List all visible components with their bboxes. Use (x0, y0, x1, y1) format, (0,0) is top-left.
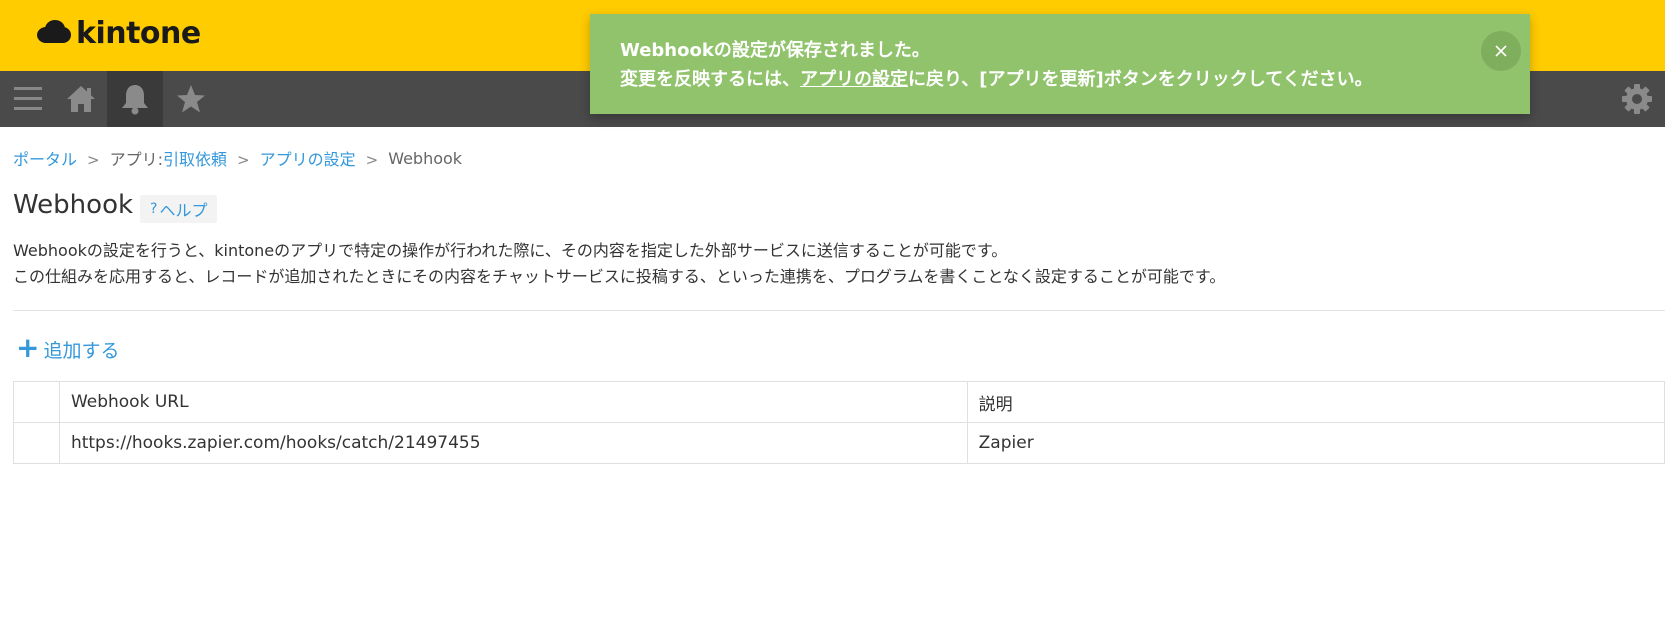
toast-line2-suffix: に戻り、[アプリを更新]ボタンをクリックしてください。 (908, 69, 1373, 90)
table-row[interactable]: https://hooks.zapier.com/hooks/catch/214… (13, 422, 1665, 464)
page-description: Webhookの設定を行うと、kintoneのアプリで特定の操作が行われた際に、… (13, 238, 1225, 290)
settings-button[interactable] (1609, 71, 1665, 127)
add-webhook-button[interactable]: + 追加する (16, 331, 120, 364)
page-title: Webhook (13, 190, 134, 220)
add-label: 追加する (43, 339, 120, 362)
home-button[interactable] (53, 71, 109, 127)
webhook-url: https://hooks.zapier.com/hooks/catch/214… (70, 433, 481, 453)
breadcrumb-app-settings[interactable]: アプリの設定 (260, 146, 356, 170)
breadcrumb-portal[interactable]: ポータル (13, 146, 77, 170)
breadcrumb-separator: > (237, 151, 250, 169)
table-header-blank (13, 381, 60, 423)
breadcrumb-current: Webhook (388, 148, 463, 168)
divider (13, 310, 1665, 311)
webhook-description-cell: Zapier (966, 422, 1665, 464)
help-icon: ? (150, 201, 158, 217)
toast-message-line1: Webhookの設定が保存されました。 (620, 40, 930, 61)
cloud-logo-icon (37, 20, 71, 43)
toast-message-line2: 変更を反映するには、アプリの設定に戻り、[アプリを更新]ボタンをクリックしてくだ… (620, 65, 1373, 91)
menu-icon (14, 87, 42, 110)
description-line: この仕組みを応用すると、レコードが追加されたときにその内容をチャットサービスに投… (13, 267, 1226, 286)
logo-text: kintone (76, 15, 201, 51)
toast-line2-prefix: 変更を反映するには、 (620, 69, 800, 90)
close-icon (1495, 45, 1507, 57)
favorites-button[interactable] (163, 71, 219, 127)
table-header-row: Webhook URL 説明 (13, 381, 1665, 423)
help-label: ヘルプ (159, 201, 208, 220)
breadcrumb-separator: > (87, 151, 100, 169)
star-icon (177, 85, 205, 113)
toast-close-button[interactable] (1481, 31, 1521, 71)
help-link[interactable]: ? ヘルプ (140, 195, 218, 223)
success-toast: Webhookの設定が保存されました。 変更を反映するには、アプリの設定に戻り、… (590, 14, 1530, 114)
row-action-cell (13, 422, 60, 464)
webhook-table: Webhook URL 説明 https://hooks.zapier.com/… (13, 381, 1665, 464)
table-header-description: 説明 (966, 381, 1665, 423)
menu-button[interactable] (0, 71, 56, 127)
toast-app-settings-link[interactable]: アプリの設定 (800, 69, 908, 90)
bell-icon (122, 85, 148, 115)
breadcrumb-separator: > (365, 151, 379, 169)
breadcrumb: ポータル > アプリ: 引取依頼 > アプリの設定 > Webhook (13, 146, 462, 170)
notifications-button[interactable] (107, 71, 163, 127)
plus-icon: + (16, 331, 40, 364)
home-icon (67, 86, 95, 112)
kintone-logo[interactable]: kintone (36, 15, 201, 51)
description-line: Webhookの設定を行うと、kintoneのアプリで特定の操作が行われた際に、… (13, 241, 1008, 260)
breadcrumb-app[interactable]: 引取依頼 (163, 146, 227, 170)
gear-icon (1622, 84, 1652, 114)
breadcrumb-app-prefix: アプリ: (109, 150, 163, 169)
webhook-url-cell: https://hooks.zapier.com/hooks/catch/214… (58, 422, 968, 464)
table-header-url: Webhook URL (58, 381, 968, 423)
